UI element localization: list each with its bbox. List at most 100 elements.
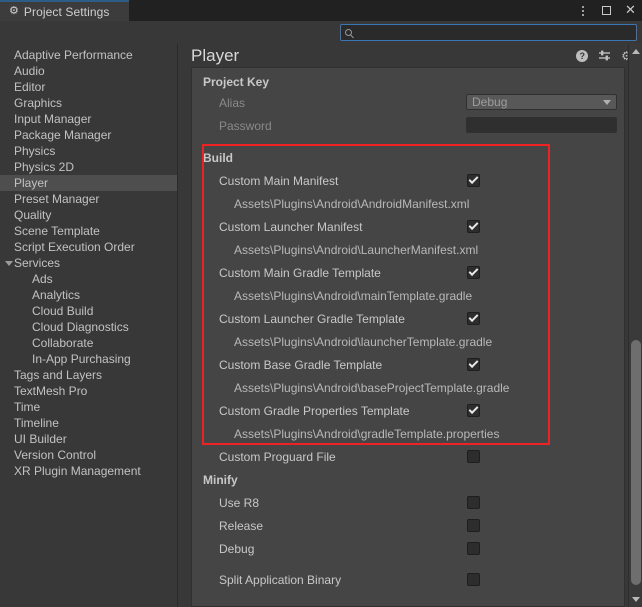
sidebar-item-label: Collaborate <box>32 336 94 350</box>
sidebar-item-ads[interactable]: Ads <box>0 271 177 287</box>
sidebar-item-player[interactable]: Player <box>0 175 177 191</box>
sidebar-item-label: Script Execution Order <box>14 240 135 254</box>
search-icon <box>345 29 352 36</box>
sidebar-item-xr-plugin-management[interactable]: XR Plugin Management <box>0 463 177 479</box>
sidebar-item-analytics[interactable]: Analytics <box>0 287 177 303</box>
custom-proguard-file-row-checkbox[interactable] <box>467 450 480 463</box>
search-input[interactable] <box>355 25 632 40</box>
page-title: Player <box>191 46 240 65</box>
sidebar-item-editor[interactable]: Editor <box>0 79 177 95</box>
build-row-2[interactable]: Custom Main Gradle Template <box>192 261 624 284</box>
build-row-0[interactable]: Custom Main Manifest <box>192 169 624 192</box>
project-key-heading: Project Key <box>192 68 624 91</box>
build-row-4[interactable]: Custom Base Gradle Template <box>192 353 624 376</box>
player-settings-panel: Player ? ⚙ Project Key Alias Debug Password… <box>179 44 642 607</box>
sidebar-item-label: Analytics <box>32 288 81 302</box>
build-heading-text: Build <box>203 150 233 165</box>
sidebar-item-label: UI Builder <box>14 432 67 446</box>
build-row-5-checkbox[interactable] <box>467 404 480 417</box>
sidebar-item-audio[interactable]: Audio <box>0 63 177 79</box>
sidebar-item-in-app-purchasing[interactable]: In-App Purchasing <box>0 351 177 367</box>
section-spacer-2 <box>192 560 624 568</box>
sidebar-item-timeline[interactable]: Timeline <box>0 415 177 431</box>
sidebar-item-cloud-diagnostics[interactable]: Cloud Diagnostics <box>0 319 177 335</box>
tab-project-settings[interactable]: ⚙ Project Settings <box>0 0 129 21</box>
chevron-down-icon[interactable] <box>5 260 13 266</box>
alias-dropdown[interactable]: Debug <box>466 94 617 110</box>
sidebar-item-cloud-build[interactable]: Cloud Build <box>0 303 177 319</box>
scroll-down-arrow-icon[interactable] <box>632 597 640 602</box>
sidebar-item-tags-and-layers[interactable]: Tags and Layers <box>0 367 177 383</box>
search-box[interactable] <box>340 24 637 41</box>
build-row-5[interactable]: Custom Gradle Properties Template <box>192 399 624 422</box>
minify-row-2-checkbox[interactable] <box>467 542 480 555</box>
split-application-binary-row[interactable]: Split Application Binary <box>192 568 624 591</box>
minify-row-1-checkbox[interactable] <box>467 519 480 532</box>
alias-row: Alias Debug <box>192 91 624 114</box>
sidebar-item-physics-2d[interactable]: Physics 2D <box>0 159 177 175</box>
scroll-up-arrow-icon[interactable] <box>632 49 640 54</box>
help-icon[interactable]: ? <box>576 50 589 62</box>
sidebar-item-label: Cloud Build <box>32 304 94 318</box>
sidebar-item-script-execution-order[interactable]: Script Execution Order <box>0 239 177 255</box>
sidebar-item-label: Graphics <box>14 96 63 110</box>
build-row-5-path-text: Assets\Plugins\Android\gradleTemplate.pr… <box>234 426 500 441</box>
build-row-1[interactable]: Custom Launcher Manifest <box>192 215 624 238</box>
build-row-0-path-text: Assets\Plugins\Android\AndroidManifest.x… <box>234 196 470 211</box>
sidebar-item-graphics[interactable]: Graphics <box>0 95 177 111</box>
sidebar-item-adaptive-performance[interactable]: Adaptive Performance <box>0 47 177 63</box>
password-field[interactable] <box>466 117 617 133</box>
minify-row-0-label: Use R8 <box>219 495 260 510</box>
vertical-scrollbar[interactable] <box>628 44 642 607</box>
sidebar-item-textmesh-pro[interactable]: TextMesh Pro <box>0 383 177 399</box>
sidebar-item-label: In-App Purchasing <box>32 352 131 366</box>
sidebar-item-label: Adaptive Performance <box>14 48 133 62</box>
maximize-icon[interactable] <box>599 3 614 18</box>
build-row-4-path: Assets\Plugins\Android\baseProjectTempla… <box>192 376 624 399</box>
build-row-1-checkbox[interactable] <box>467 220 480 233</box>
sidebar-item-label: Physics 2D <box>14 160 75 174</box>
preset-icon[interactable] <box>598 50 611 62</box>
minify-row-0-checkbox[interactable] <box>467 496 480 509</box>
kebab-menu-icon[interactable] <box>575 3 590 18</box>
sidebar-item-label: Editor <box>14 80 46 94</box>
sidebar-item-services[interactable]: Services <box>0 255 177 271</box>
sidebar-item-label: TextMesh Pro <box>14 384 88 398</box>
sidebar-item-label: Player <box>14 176 49 190</box>
minify-row-0[interactable]: Use R8 <box>192 491 624 514</box>
sidebar-item-preset-manager[interactable]: Preset Manager <box>0 191 177 207</box>
build-row-0-checkbox[interactable] <box>467 174 480 187</box>
window-controls: ✕ <box>575 0 638 21</box>
custom-proguard-file-row-label: Custom Proguard File <box>219 449 336 464</box>
minify-row-2[interactable]: Debug <box>192 537 624 560</box>
close-icon[interactable]: ✕ <box>623 3 638 18</box>
minify-row-2-label: Debug <box>219 541 255 556</box>
sidebar-item-collaborate[interactable]: Collaborate <box>0 335 177 351</box>
build-row-2-checkbox[interactable] <box>467 266 480 279</box>
build-row-4-checkbox[interactable] <box>467 358 480 371</box>
build-row-3-path: Assets\Plugins\Android\launcherTemplate.… <box>192 330 624 353</box>
sidebar-item-input-manager[interactable]: Input Manager <box>0 111 177 127</box>
minify-row-1[interactable]: Release <box>192 514 624 537</box>
custom-proguard-file-row[interactable]: Custom Proguard File <box>192 445 624 468</box>
sidebar-item-label: Ads <box>32 272 53 286</box>
preset-icon-svg <box>599 50 611 61</box>
settings-sidebar[interactable]: Adaptive Performance Audio Editor Graphics I… <box>0 44 178 607</box>
sidebar-item-physics[interactable]: Physics <box>0 143 177 159</box>
build-row-3-label: Custom Launcher Gradle Template <box>219 311 405 326</box>
scrollbar-thumb[interactable] <box>631 340 641 585</box>
sidebar-item-time[interactable]: Time <box>0 399 177 415</box>
settings-scroll-area: Project Key Alias Debug Password Build Custom… <box>191 67 625 607</box>
sidebar-item-label: Quality <box>14 208 52 222</box>
build-row-3[interactable]: Custom Launcher Gradle Template <box>192 307 624 330</box>
split-application-binary-row-checkbox[interactable] <box>467 573 480 586</box>
sidebar-item-scene-template[interactable]: Scene Template <box>0 223 177 239</box>
panel-header-icons: ? ⚙ <box>576 50 632 62</box>
build-row-3-checkbox[interactable] <box>467 312 480 325</box>
sidebar-item-version-control[interactable]: Version Control <box>0 447 177 463</box>
check-icon <box>468 404 479 415</box>
sidebar-item-package-manager[interactable]: Package Manager <box>0 127 177 143</box>
sidebar-item-quality[interactable]: Quality <box>0 207 177 223</box>
sidebar-item-ui-builder[interactable]: UI Builder <box>0 431 177 447</box>
check-icon <box>468 174 479 185</box>
